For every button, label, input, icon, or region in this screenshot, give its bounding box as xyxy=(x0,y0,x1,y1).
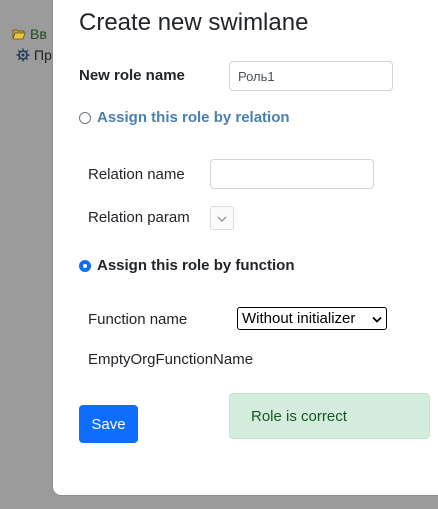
assign-by-relation-label: Assign this role by relation xyxy=(97,109,290,126)
save-button[interactable]: Save xyxy=(79,405,138,443)
status-message: Role is correct xyxy=(251,407,347,425)
folder-open-icon xyxy=(12,27,26,41)
relation-name-label: Relation name xyxy=(88,166,185,183)
relation-radio[interactable] xyxy=(79,111,91,124)
relation-param-label: Relation param xyxy=(88,209,190,226)
function-name-label: Function name xyxy=(88,311,188,328)
tree-item-2: Пр xyxy=(16,47,52,63)
gear-icon xyxy=(16,48,30,62)
create-swimlane-modal: Create new swimlane New role name Assign… xyxy=(53,0,438,495)
background-tree: Вв Пр xyxy=(0,0,60,509)
relation-param-select[interactable] xyxy=(210,206,234,230)
function-hint-text: EmptyOrgFunctionName xyxy=(88,351,254,368)
tree-item-2-label: Пр xyxy=(34,47,52,63)
tree-item-1-label: Вв xyxy=(30,26,47,42)
tree-item-1: Вв xyxy=(12,26,47,42)
modal-title: Create new swimlane xyxy=(79,9,309,36)
assign-by-relation-option[interactable]: Assign this role by relation xyxy=(79,109,290,126)
function-name-selected: Without initializer xyxy=(242,310,356,327)
status-alert: Role is correct xyxy=(229,393,430,439)
role-name-input[interactable] xyxy=(229,61,393,91)
function-name-select[interactable]: Without initializer xyxy=(237,307,387,330)
assign-by-function-label: Assign this role by function xyxy=(97,257,295,274)
assign-by-function-option[interactable]: Assign this role by function xyxy=(79,257,295,274)
relation-name-input[interactable] xyxy=(210,159,374,189)
chevron-down-icon xyxy=(372,310,382,327)
function-radio[interactable] xyxy=(79,259,91,272)
chevron-down-icon xyxy=(217,209,227,227)
role-name-label: New role name xyxy=(79,67,185,84)
